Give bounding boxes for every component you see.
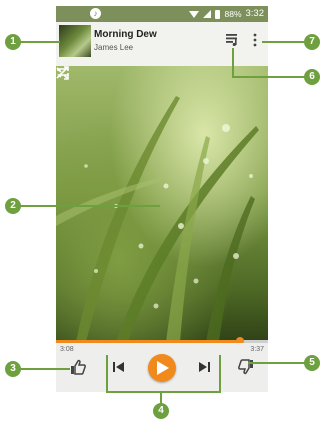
callout-7: 7 xyxy=(304,34,320,50)
battery-level: 88% xyxy=(224,9,242,19)
callout-2: 2 xyxy=(5,198,21,214)
callout-3: 3 xyxy=(5,361,21,377)
play-button[interactable] xyxy=(148,354,176,382)
callout-4-bracket-bottom xyxy=(106,391,221,393)
now-playing-header: Morning Dew James Lee xyxy=(56,22,268,66)
artist-name: James Lee xyxy=(94,43,134,52)
song-title: Morning Dew xyxy=(94,29,157,40)
play-icon xyxy=(157,361,169,375)
callout-4: 4 xyxy=(153,403,169,419)
callout-2-line xyxy=(20,205,160,207)
callout-5: 5 xyxy=(304,355,320,371)
callout-5-line xyxy=(248,362,306,364)
shuffle-icon[interactable] xyxy=(56,66,70,80)
callout-4-bracket-right xyxy=(219,355,221,393)
callout-3-line xyxy=(20,368,70,370)
signal-icon xyxy=(203,10,212,18)
wifi-icon xyxy=(189,10,200,18)
album-art xyxy=(56,66,268,342)
callout-6-line-vertical xyxy=(232,48,234,78)
time-total: 3:37 xyxy=(250,346,264,353)
clock: 3:32 xyxy=(245,8,265,19)
callout-4-bracket-left xyxy=(106,355,108,393)
callout-1: 1 xyxy=(5,34,21,50)
time-elapsed: 3:08 xyxy=(60,346,74,353)
battery-icon xyxy=(215,9,221,19)
music-notification-icon: ♪ xyxy=(90,8,101,19)
status-bar: ♪ 88% 3:32 xyxy=(56,6,268,22)
phone-screen: ♪ 88% 3:32 Morning Dew James Lee 3:08 3:… xyxy=(56,6,268,392)
grass-artwork xyxy=(56,96,259,342)
control-bar: 3:08 3:37 xyxy=(56,343,268,392)
album-thumbnail[interactable] xyxy=(59,25,91,57)
callout-6-line-horizontal xyxy=(232,76,306,78)
previous-icon[interactable] xyxy=(113,361,125,373)
callout-1-line xyxy=(20,41,60,43)
callout-4-stem xyxy=(160,391,162,403)
thumbs-up-icon[interactable] xyxy=(70,359,86,375)
callout-6: 6 xyxy=(304,69,320,85)
more-options-icon[interactable] xyxy=(252,33,258,47)
next-icon[interactable] xyxy=(198,361,210,373)
queue-icon[interactable] xyxy=(226,34,240,46)
callout-7-line xyxy=(262,41,306,43)
